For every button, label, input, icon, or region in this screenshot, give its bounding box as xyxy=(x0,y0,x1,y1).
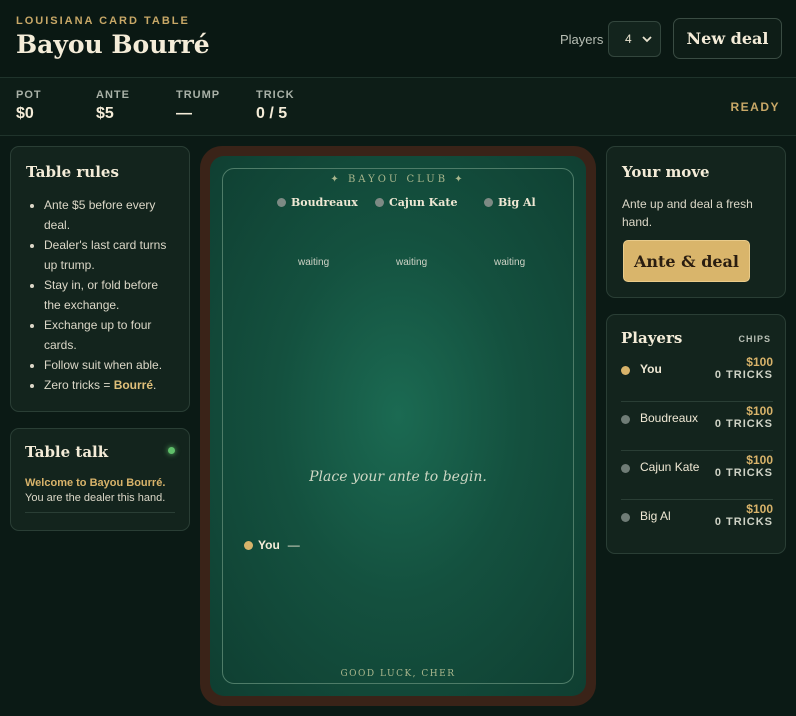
player-dot xyxy=(244,540,253,550)
player-chips: $100 xyxy=(746,502,773,516)
opponent-name: Big Al xyxy=(498,196,536,209)
rule-item: Zero tricks = Bourré. xyxy=(44,375,174,395)
player-dot xyxy=(375,198,384,207)
players-select-value: 4 xyxy=(625,32,632,46)
rules-panel: Table rules Ante $5 before every deal. D… xyxy=(10,146,190,412)
status-badge: READY xyxy=(730,100,780,114)
player-dot xyxy=(621,415,630,424)
player-row: Cajun Kate $100 0 TRICKS xyxy=(621,451,773,500)
table-talk-panel: Table talk Welcome to Bayou Bourré. You … xyxy=(10,428,190,531)
talk-message: You are the dealer this hand. xyxy=(25,492,166,504)
rules-title: Table rules xyxy=(26,163,119,181)
opponent-seat: Big Al xyxy=(484,196,536,209)
page-title: Bayou Bourré xyxy=(16,30,210,59)
opponent-name: Cajun Kate xyxy=(389,196,458,209)
players-label: Players xyxy=(560,32,604,47)
stat-pot: POT $0 xyxy=(16,89,42,123)
talk-welcome: Welcome to Bayou Bourré. xyxy=(25,477,166,489)
player-chips: $100 xyxy=(746,453,773,467)
opponent-seat: Boudreaux xyxy=(277,196,358,209)
player-name: Cajun Kate xyxy=(640,460,700,474)
player-tricks: 0 TRICKS xyxy=(714,369,773,381)
player-chips: $100 xyxy=(746,355,773,369)
player-name: Big Al xyxy=(640,509,671,523)
player-chips: $100 xyxy=(746,404,773,418)
your-move-description: Ante up and deal a fresh hand. xyxy=(622,197,753,229)
your-move-title: Your move xyxy=(622,163,710,181)
player-dot xyxy=(621,513,630,522)
stat-value: 0 / 5 xyxy=(256,105,288,122)
table-talk-title: Table talk xyxy=(25,443,109,461)
card-table: ✦ BAYOU CLUB ✦ Boudreaux Cajun Kate Big … xyxy=(200,146,596,706)
opponent-name: Boudreaux xyxy=(291,196,358,209)
divider xyxy=(25,512,175,513)
players-list: You $100 0 TRICKS Boudreaux $100 0 TRICK… xyxy=(621,353,773,549)
new-deal-button[interactable]: New deal xyxy=(673,18,782,59)
player-tricks: 0 TRICKS xyxy=(714,516,773,528)
rule-text: . xyxy=(153,378,157,392)
chevron-down-icon xyxy=(642,36,652,43)
players-panel: Players CHIPS You $100 0 TRICKS Boudreau… xyxy=(606,314,786,554)
stat-value: $0 xyxy=(16,105,34,122)
table-prompt: Place your ante to begin. xyxy=(309,469,487,485)
stats-bar: POT $0 ANTE $5 TRUMP — TRICK 0 / 5 READY xyxy=(0,78,796,136)
player-name: Boudreaux xyxy=(640,411,699,425)
opponent-state: waiting xyxy=(298,257,330,268)
header: LOUISIANA CARD TABLE Bayou Bourré Player… xyxy=(0,0,796,78)
player-tricks: 0 TRICKS xyxy=(714,418,773,430)
club-name: ✦ BAYOU CLUB ✦ xyxy=(330,174,466,185)
opponent-seat: Cajun Kate xyxy=(375,196,457,209)
rule-item: Exchange up to four cards. xyxy=(44,315,174,355)
rule-text: Zero tricks = xyxy=(44,378,114,392)
player-dot xyxy=(621,366,630,375)
live-indicator xyxy=(168,447,175,454)
player-row: You $100 0 TRICKS xyxy=(621,353,773,402)
you-status: — xyxy=(287,538,300,552)
your-move-panel: Your move Ante up and deal a fresh hand.… xyxy=(606,146,786,298)
you-seat: You — xyxy=(244,538,300,552)
stat-label: POT xyxy=(16,89,42,101)
ante-deal-button[interactable]: Ante & deal xyxy=(623,240,750,282)
rule-item: Dealer's last card turns up trump. xyxy=(44,235,174,275)
opponent-state: waiting xyxy=(396,257,428,268)
player-dot xyxy=(277,198,286,207)
stat-value: $5 xyxy=(96,105,114,122)
table-felt: ✦ BAYOU CLUB ✦ Boudreaux Cajun Kate Big … xyxy=(210,156,586,696)
stat-trick: TRICK 0 / 5 xyxy=(256,89,295,123)
player-tricks: 0 TRICKS xyxy=(714,467,773,479)
player-name: You xyxy=(640,362,662,376)
stat-ante: ANTE $5 xyxy=(96,89,130,123)
stat-label: ANTE xyxy=(96,89,130,101)
app-eyebrow: LOUISIANA CARD TABLE xyxy=(16,15,190,27)
felt-border xyxy=(222,168,574,684)
table-footer: GOOD LUCK, CHER xyxy=(340,669,456,679)
chips-header: CHIPS xyxy=(738,334,771,344)
player-row: Boudreaux $100 0 TRICKS xyxy=(621,402,773,451)
rule-item: Stay in, or fold before the exchange. xyxy=(44,275,174,315)
rule-highlight: Bourré xyxy=(113,378,154,392)
player-dot xyxy=(621,464,630,473)
opponent-state: waiting xyxy=(494,257,526,268)
player-row: Big Al $100 0 TRICKS xyxy=(621,500,773,549)
rule-item: Ante $5 before every deal. xyxy=(44,195,174,235)
player-dot xyxy=(484,198,493,207)
stat-label: TRUMP xyxy=(176,89,221,101)
players-select[interactable]: 4 xyxy=(608,21,661,57)
stat-value: — xyxy=(176,105,192,122)
stat-label: TRICK xyxy=(256,89,295,101)
rule-item: Follow suit when able. xyxy=(44,355,174,375)
rules-list: Ante $5 before every deal. Dealer's last… xyxy=(26,195,174,395)
you-name: You xyxy=(258,538,280,552)
stat-trump: TRUMP — xyxy=(176,89,220,123)
